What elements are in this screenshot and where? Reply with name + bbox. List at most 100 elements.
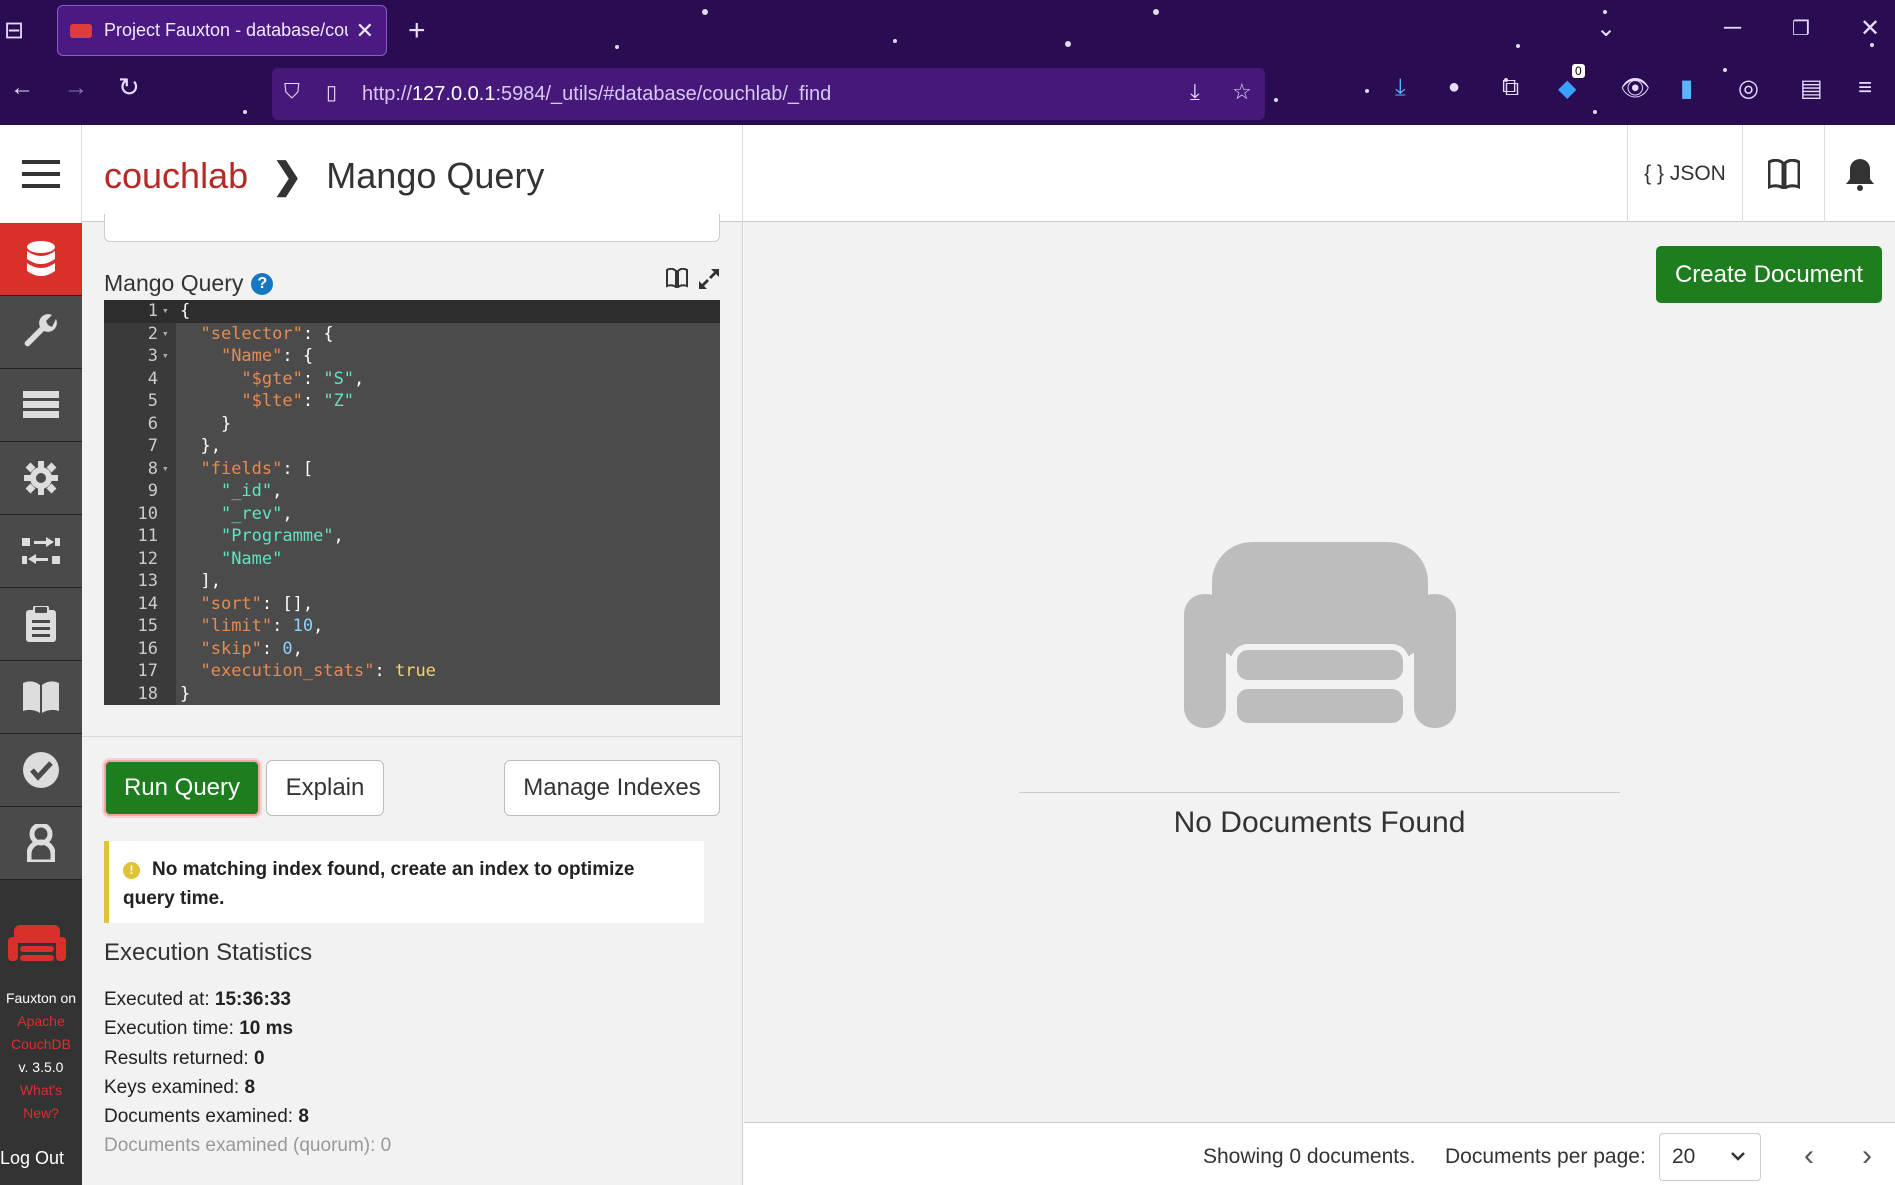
page-header: couchlab ❯ Mango Query { } JSON xyxy=(82,125,1895,222)
code-line: 5 "$lte": "Z" xyxy=(104,390,720,413)
back-icon[interactable]: ← xyxy=(10,74,34,102)
url-path: :5984/_utils/#database/couchlab/_find xyxy=(495,82,832,105)
close-window-icon[interactable]: ✕ xyxy=(1860,14,1880,43)
app-menu-icon[interactable]: ≡ xyxy=(1858,74,1872,102)
close-tab-icon[interactable]: ✕ xyxy=(356,18,374,44)
extension-eye-icon[interactable]: 👁 xyxy=(1620,74,1650,103)
stat-label: Documents examined (quorum): xyxy=(104,1135,376,1157)
code-line: 2 ▾ "selector": { xyxy=(104,323,720,346)
save-page-icon[interactable]: ⤓ xyxy=(1190,79,1200,105)
run-query-button[interactable]: Run Query xyxy=(104,760,260,816)
couch-icon xyxy=(1184,542,1456,728)
whats-new-link[interactable]: What's New? xyxy=(0,1079,82,1125)
list-all-tabs-icon[interactable]: ⌄ xyxy=(1596,14,1616,43)
fold-arrow-icon[interactable]: ▾ xyxy=(162,345,169,368)
sidebar-item-verify[interactable] xyxy=(0,734,82,807)
showing-count: Showing 0 documents. xyxy=(1203,1145,1416,1168)
stat-value: 0 xyxy=(253,1047,265,1069)
mango-query-label: Mango Query ? xyxy=(104,270,274,297)
per-page-value: 20 xyxy=(1672,1145,1696,1168)
restore-icon[interactable]: ❐ xyxy=(1792,16,1810,41)
sidebar-item-account[interactable] xyxy=(0,807,82,880)
explain-button[interactable]: Explain xyxy=(266,760,384,816)
code-text: "skip": 0, xyxy=(200,638,303,659)
expand-icon[interactable] xyxy=(698,268,720,290)
extensions-icon[interactable]: ⧉ xyxy=(1502,74,1519,102)
tasks-list-icon xyxy=(23,391,59,418)
sidebar-item-docs[interactable] xyxy=(0,661,82,734)
help-icon[interactable]: ? xyxy=(251,272,274,295)
browser-chrome: ⊟ Project Fauxton - database/couc ✕ + ⌄ … xyxy=(0,0,1895,125)
json-button[interactable]: { } JSON xyxy=(1627,125,1742,222)
query-pane: Mango Query ? 1 ▾{2 ▾ "selector": {3 ▾ "Nam… xyxy=(82,214,743,1185)
code-text: }, xyxy=(180,436,221,456)
page-title: Mango Query xyxy=(326,155,545,196)
line-number: 5 xyxy=(147,391,158,411)
database-filter-input[interactable] xyxy=(104,214,720,242)
fold-arrow-icon[interactable]: ▾ xyxy=(162,300,169,323)
code-text: { xyxy=(180,301,191,321)
code-line: 18} xyxy=(104,683,720,706)
breadcrumb-database[interactable]: couchlab xyxy=(104,155,248,197)
forward-icon[interactable]: → xyxy=(64,74,88,102)
fold-arrow-icon[interactable]: ▾ xyxy=(162,458,169,481)
minimize-icon[interactable]: ─ xyxy=(1724,14,1741,42)
page-info-icon[interactable]: ▯ xyxy=(326,80,337,105)
new-tab-icon[interactable]: + xyxy=(408,14,426,48)
shield-icon[interactable]: ⛉ xyxy=(284,80,300,104)
line-number: 16 xyxy=(137,638,158,659)
fold-arrow-icon[interactable]: ▾ xyxy=(162,323,169,346)
results-footer: Showing 0 documents. Documents per page:… xyxy=(744,1122,1895,1185)
docs-button[interactable] xyxy=(1742,125,1824,222)
couchdb-favicon-icon xyxy=(70,23,92,38)
code-line: 10 "_rev", xyxy=(104,503,720,526)
code-line: 11 "Programme", xyxy=(104,525,720,548)
code-text: } xyxy=(180,683,191,704)
sidebar-item-documentation[interactable] xyxy=(0,588,82,661)
extension-note-icon[interactable]: ▮ xyxy=(1680,74,1693,103)
menu-toggle[interactable] xyxy=(0,125,82,223)
sidebar-item-config[interactable] xyxy=(0,442,82,515)
code-line: 17 "execution_stats": true xyxy=(104,660,720,683)
line-number: 7 xyxy=(147,436,158,456)
notifications-button[interactable] xyxy=(1824,125,1895,222)
line-number: 13 xyxy=(137,571,158,591)
logout-link[interactable]: Log Out xyxy=(0,1148,64,1169)
stat-label: Results returned: xyxy=(104,1047,249,1069)
extension-doc-icon[interactable]: ▤ xyxy=(1800,74,1823,103)
query-editor[interactable]: 1 ▾{2 ▾ "selector": {3 ▾ "Name": {4 "$gte":… xyxy=(104,300,720,705)
profile-avatar-icon[interactable]: ● xyxy=(1448,76,1460,99)
book-icon[interactable] xyxy=(666,268,688,288)
next-page-button[interactable]: › xyxy=(1862,1139,1872,1173)
downloads-icon[interactable]: ⤓ xyxy=(1395,74,1406,102)
create-document-button[interactable]: Create Document xyxy=(1656,246,1882,303)
results-pane: Create Document No Documents Found Showi… xyxy=(744,222,1895,1185)
sidebar-item-setup[interactable] xyxy=(0,296,82,369)
bookmark-star-icon[interactable]: ☆ xyxy=(1232,79,1252,105)
couchdb-link[interactable]: CouchDB xyxy=(0,1033,82,1056)
sidebar-item-active-tasks[interactable] xyxy=(0,369,82,442)
nav-bar: ← → ↻ ⛉ ▯ http://127.0.0.1:5984/_utils/#… xyxy=(0,62,1895,125)
gear-icon xyxy=(24,461,58,495)
line-number: 4 xyxy=(147,368,158,389)
extension-badge-icon[interactable]: ◆ xyxy=(1558,74,1576,103)
code-line: 12 "Name" xyxy=(104,548,720,571)
code-lines: 1 ▾{2 ▾ "selector": {3 ▾ "Name": {4 "$gte":… xyxy=(104,300,720,705)
tab-list-icon[interactable]: ⊟ xyxy=(4,16,24,45)
per-page-select[interactable]: 20 xyxy=(1659,1133,1761,1181)
stat-label: Keys examined: xyxy=(104,1076,240,1098)
reload-icon[interactable]: ↻ xyxy=(118,72,140,103)
sidebar-item-databases[interactable] xyxy=(0,223,82,296)
line-number: 12 xyxy=(137,548,158,569)
book-icon xyxy=(23,681,59,713)
address-bar[interactable]: ⛉ ▯ http://127.0.0.1:5984/_utils/#databa… xyxy=(272,68,1265,120)
extension-badge-count: 0 xyxy=(1572,64,1585,78)
extension-glasses-icon[interactable]: ◎ xyxy=(1738,74,1759,103)
prev-page-button[interactable]: ‹ xyxy=(1804,1139,1814,1173)
apache-link[interactable]: Apache xyxy=(0,1010,82,1033)
wrench-icon xyxy=(24,314,57,347)
browser-tab[interactable]: Project Fauxton - database/couc ✕ xyxy=(57,5,387,56)
sidebar-item-replication[interactable] xyxy=(0,515,82,588)
manage-indexes-button[interactable]: Manage Indexes xyxy=(504,760,720,816)
stat-label: Execution time: xyxy=(104,1018,234,1040)
